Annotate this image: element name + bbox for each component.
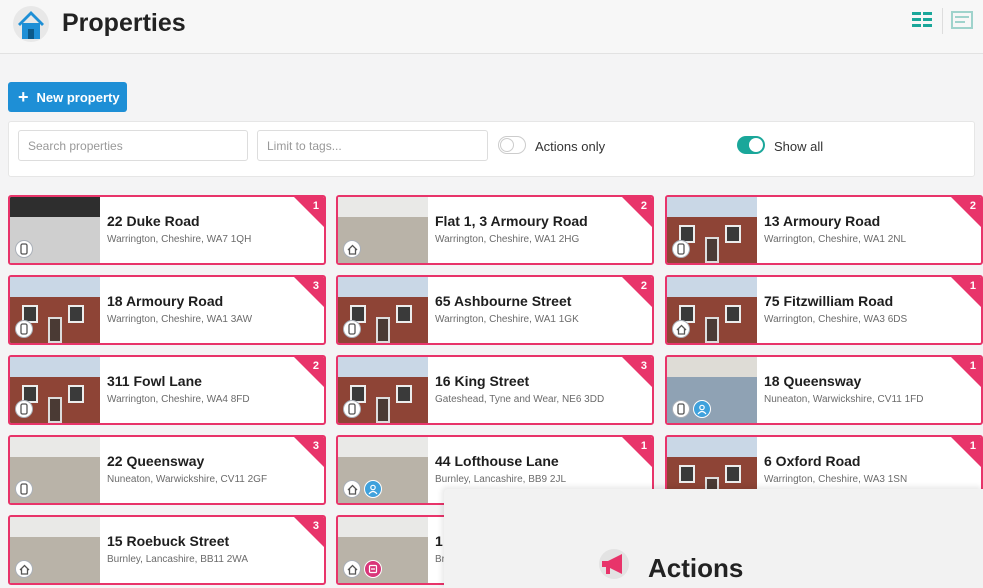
phone-icon (672, 400, 690, 418)
action-count: 3 (640, 360, 647, 372)
list-view-icon[interactable] (910, 9, 934, 31)
action-count-flag (622, 357, 652, 387)
megaphone-icon (599, 549, 629, 579)
property-address: Flat 1, 3 Armoury Road (435, 213, 588, 229)
property-location: Burnley, Lancashire, BB11 2WA (107, 554, 248, 565)
action-count: 3 (312, 440, 319, 452)
property-address: 15 Roebuck Street (107, 533, 230, 549)
action-count-flag (951, 197, 981, 227)
action-count: 2 (312, 360, 319, 372)
property-location: Warrington, Cheshire, WA1 3AW (107, 314, 253, 325)
house-icon (343, 240, 361, 258)
action-count: 3 (312, 280, 319, 292)
action-count-flag (294, 197, 324, 227)
action-count-flag (294, 437, 324, 467)
property-card[interactable]: 16 King Street Gateshead, Tyne and Wear, … (336, 355, 654, 425)
plus-icon: + (18, 87, 29, 107)
property-location: Gateshead, Tyne and Wear, NE6 3DD (435, 394, 605, 405)
property-card[interactable]: 13 Armoury Road Warrington, Cheshire, WA1… (665, 195, 983, 265)
action-count: 1 (969, 440, 976, 452)
phone-icon (343, 400, 361, 418)
phone-icon (15, 320, 33, 338)
property-location: Warrington, Cheshire, WA7 1QH (107, 234, 252, 245)
phone-icon (15, 400, 33, 418)
property-location: Warrington, Cheshire, WA3 1SN (764, 474, 908, 485)
property-location: Nuneaton, Warwickshire, CV11 2GF (107, 474, 268, 485)
phone-icon (15, 240, 33, 258)
action-count: 1 (969, 360, 976, 372)
property-address: 6 Oxford Road (764, 453, 861, 469)
search-input[interactable]: Search properties (18, 130, 248, 161)
property-card[interactable]: 22 Queensway Nuneaton, Warwickshire, CV11… (8, 435, 326, 505)
property-address: 1 (435, 533, 443, 549)
property-address: 16 King Street (435, 373, 530, 389)
property-address: 75 Fitzwilliam Road (764, 293, 894, 309)
property-card[interactable]: 18 Queensway Nuneaton, Warwickshire, CV11… (665, 355, 983, 425)
tags-input[interactable]: Limit to tags... (257, 130, 488, 161)
action-count: 3 (312, 520, 319, 532)
property-location: Warrington, Cheshire, WA4 8FD (107, 394, 250, 405)
action-count: 2 (969, 200, 976, 212)
property-card[interactable]: 18 Armoury Road Warrington, Cheshire, WA1… (8, 275, 326, 345)
new-property-button[interactable]: + New property (8, 82, 127, 112)
property-location: Warrington, Cheshire, WA1 1GK (435, 314, 579, 325)
action-count: 2 (640, 280, 647, 292)
actions-panel: Actions (444, 489, 983, 588)
action-count-flag (622, 277, 652, 307)
house-icon (343, 560, 361, 578)
property-location: Burnley, Lancashire, BB9 2JL (435, 474, 567, 485)
house-icon (15, 560, 33, 578)
property-address: 44 Lofthouse Lane (435, 453, 559, 469)
property-location: Nuneaton, Warwickshire, CV11 1FD (764, 394, 924, 405)
phone-icon (343, 320, 361, 338)
action-count: 1 (969, 280, 976, 292)
action-count-flag (951, 277, 981, 307)
phone-icon (15, 480, 33, 498)
actions-title: Actions (648, 553, 744, 583)
property-card[interactable]: 22 Duke Road Warrington, Cheshire, WA7 1Q… (8, 195, 326, 265)
property-card[interactable]: 65 Ashbourne Street Warrington, Cheshire,… (336, 275, 654, 345)
action-count: 2 (640, 200, 647, 212)
property-location: Warrington, Cheshire, WA3 6DS (764, 314, 908, 325)
action-count-flag (951, 357, 981, 387)
house-icon (672, 320, 690, 338)
house-icon (343, 480, 361, 498)
property-card[interactable]: 75 Fitzwilliam Road Warrington, Cheshire,… (665, 275, 983, 345)
tag-icon (364, 560, 382, 578)
action-count-flag (951, 437, 981, 467)
action-count: 1 (312, 200, 319, 212)
property-address: 13 Armoury Road (764, 213, 881, 229)
property-card[interactable]: Flat 1, 3 Armoury Road Warrington, Cheshi… (336, 195, 654, 265)
property-address: 22 Queensway (107, 453, 205, 469)
actions-only-label: Actions only (535, 139, 606, 154)
property-address: 18 Armoury Road (107, 293, 224, 309)
action-count-flag (622, 197, 652, 227)
property-address: 22 Duke Road (107, 213, 200, 229)
action-count-flag (622, 437, 652, 467)
show-all-toggle[interactable] (737, 136, 765, 154)
show-all-label: Show all (774, 139, 824, 154)
action-count-flag (294, 357, 324, 387)
property-card[interactable]: 15 Roebuck Street Burnley, Lancashire, BB… (8, 515, 326, 585)
property-location: Warrington, Cheshire, WA1 2HG (435, 234, 580, 245)
home-icon (13, 6, 49, 42)
action-count-flag (294, 277, 324, 307)
property-address: 65 Ashbourne Street (435, 293, 572, 309)
view-toggle-divider (942, 8, 943, 34)
top-bar: Properties (0, 0, 983, 54)
action-count: 1 (640, 440, 647, 452)
action-count-flag (294, 517, 324, 547)
filter-bar: Search properties Limit to tags... Actio… (8, 121, 975, 177)
actions-only-toggle[interactable] (498, 136, 526, 154)
card-view-icon[interactable] (950, 9, 974, 31)
person-icon (693, 400, 711, 418)
property-address: 311 Fowl Lane (107, 373, 202, 389)
phone-icon (672, 240, 690, 258)
property-address: 18 Queensway (764, 373, 862, 389)
person-icon (364, 480, 382, 498)
property-card[interactable]: 311 Fowl Lane Warrington, Cheshire, WA4 8… (8, 355, 326, 425)
page-title: Properties (62, 9, 186, 37)
property-location: Warrington, Cheshire, WA1 2NL (764, 234, 907, 245)
new-property-label: New property (36, 89, 120, 105)
